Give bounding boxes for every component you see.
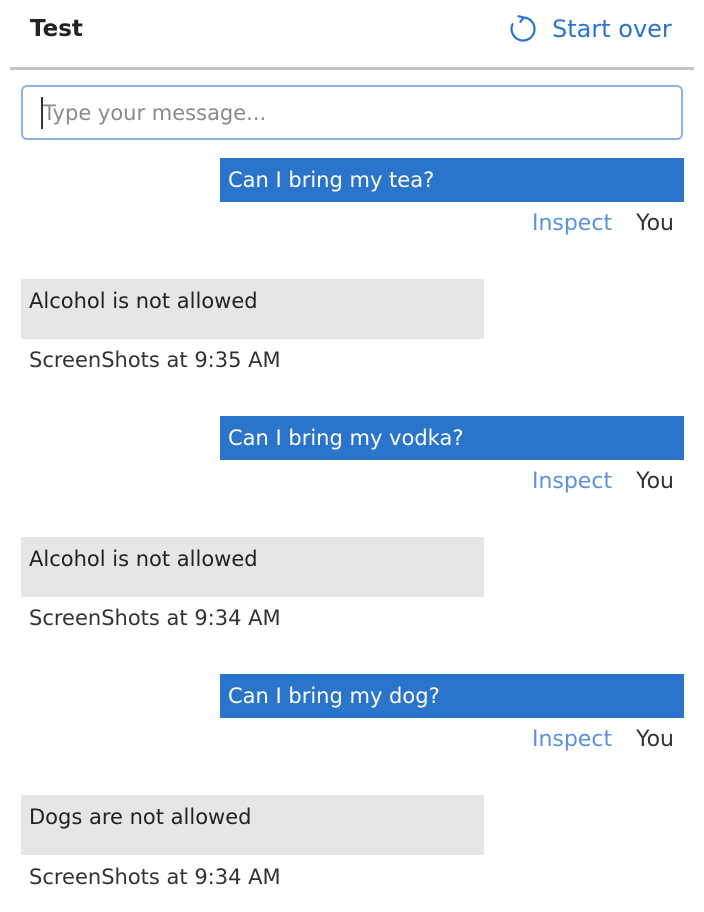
user-message-meta: Inspect You bbox=[532, 723, 674, 755]
bot-message-bubble: Dogs are not allowed bbox=[21, 795, 484, 855]
start-over-button[interactable]: Start over bbox=[508, 12, 672, 46]
message-input-container[interactable] bbox=[21, 85, 683, 140]
panel-header: Test Start over bbox=[0, 0, 704, 68]
sender-label: You bbox=[636, 726, 674, 752]
header-divider bbox=[10, 67, 694, 70]
user-message-bubble: Can I bring my dog? bbox=[220, 674, 684, 718]
message-input[interactable] bbox=[43, 97, 663, 129]
refresh-icon bbox=[508, 14, 538, 44]
panel-title: Test bbox=[30, 16, 83, 42]
inspect-link[interactable]: Inspect bbox=[532, 211, 612, 236]
sender-label: You bbox=[636, 468, 674, 494]
sender-label: You bbox=[636, 210, 674, 236]
user-message-bubble: Can I bring my tea? bbox=[220, 158, 684, 202]
chat-test-panel: Test Start over Can I bring my tea? Insp… bbox=[0, 0, 704, 912]
bot-message-bubble: Alcohol is not allowed bbox=[21, 537, 484, 597]
user-message-meta: Inspect You bbox=[532, 207, 674, 239]
user-message-meta: Inspect You bbox=[532, 465, 674, 497]
bot-message-meta: ScreenShots at 9:35 AM bbox=[29, 348, 281, 372]
bot-message-meta: ScreenShots at 9:34 AM bbox=[29, 865, 281, 889]
bot-message-bubble: Alcohol is not allowed bbox=[21, 279, 484, 339]
start-over-label: Start over bbox=[552, 15, 672, 43]
user-message-bubble: Can I bring my vodka? bbox=[220, 416, 684, 460]
bot-message-meta: ScreenShots at 9:34 AM bbox=[29, 606, 281, 630]
inspect-link[interactable]: Inspect bbox=[532, 469, 612, 494]
inspect-link[interactable]: Inspect bbox=[532, 727, 612, 752]
